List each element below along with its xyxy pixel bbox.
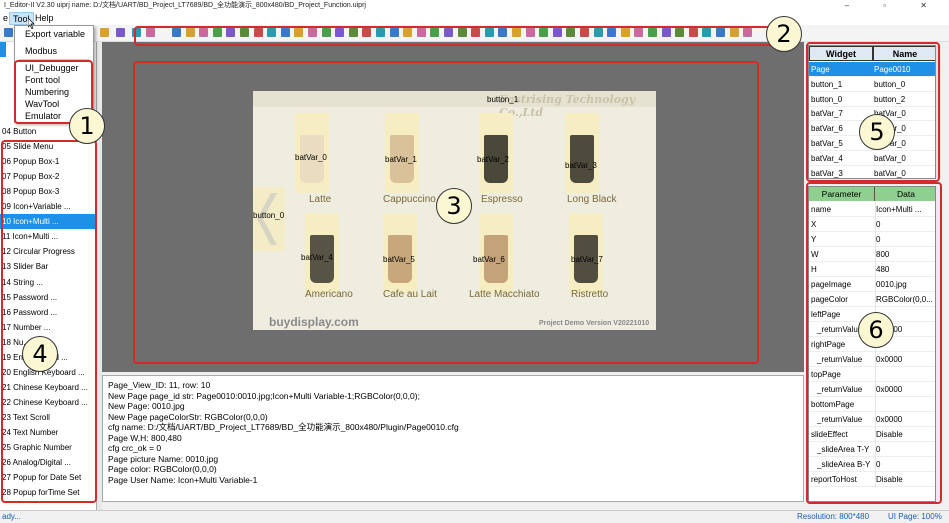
menu-modbus[interactable]: Modbus <box>25 46 57 56</box>
log-line: Page_View_ID: 11, row: 10 <box>108 380 211 390</box>
annotation-number-6: 6 <box>858 312 894 348</box>
log-line: Page W,H: 800,480 <box>108 432 182 443</box>
annotation-number-3: 3 <box>436 188 472 224</box>
status-ui-page: UI Page: 100% <box>888 512 942 521</box>
mouse-cursor-icon <box>28 18 35 29</box>
menu-export-variable[interactable]: Export variable <box>25 29 85 39</box>
annotation-box-5 <box>806 42 940 182</box>
status-bar: ady... Resolution: 800*480 UI Page: 100% <box>0 510 949 522</box>
log-line: Page color: RGBColor(0,0,0) <box>108 464 217 474</box>
annotation-box-4 <box>1 140 97 503</box>
window-title-bar: I_Editor-II V2.30 uiprj name: D:/文档/UART… <box>0 0 949 12</box>
menu-bar: e Tool Help <box>0 12 949 25</box>
status-ready: ady... <box>2 512 21 521</box>
window-title: I_Editor-II V2.30 uiprj name: D:/文档/UART… <box>4 2 366 9</box>
annotation-number-5: 5 <box>859 114 895 150</box>
log-line: Page User Name: Icon+Multi Variable-1 <box>108 474 258 485</box>
annotation-box-2 <box>134 26 774 46</box>
toolbar-tool-icon[interactable] <box>116 28 125 37</box>
log-line: cfg name: D:/文档/UART/BD_Project_LT7689/B… <box>108 422 459 432</box>
log-line: cfg crc_ok = 0 <box>108 443 162 453</box>
log-line: New Page pageColorStr: RGBColor(0,0,0) <box>108 411 268 422</box>
annotation-number-1: 1 <box>69 108 105 144</box>
output-log[interactable]: Page_View_ID: 11, row: 10 New Page page_i… <box>102 375 804 502</box>
toolbar-tool-icon[interactable] <box>4 28 13 37</box>
annotation-number-2: 2 <box>766 16 802 52</box>
log-line: New Page: 0010.jpg <box>108 401 185 411</box>
toolbar-tool-icon[interactable] <box>100 28 109 37</box>
log-line: New Page page_id str: Page0010:0010.jpg;… <box>108 390 420 401</box>
list-header-marker <box>0 42 6 57</box>
log-line: Page picture Name: 0010.jpg <box>108 453 219 464</box>
window-controls[interactable]: – ▫ ✕ <box>845 0 943 12</box>
status-resolution: Resolution: 800*480 <box>797 512 870 521</box>
annotation-number-4: 4 <box>22 336 58 372</box>
